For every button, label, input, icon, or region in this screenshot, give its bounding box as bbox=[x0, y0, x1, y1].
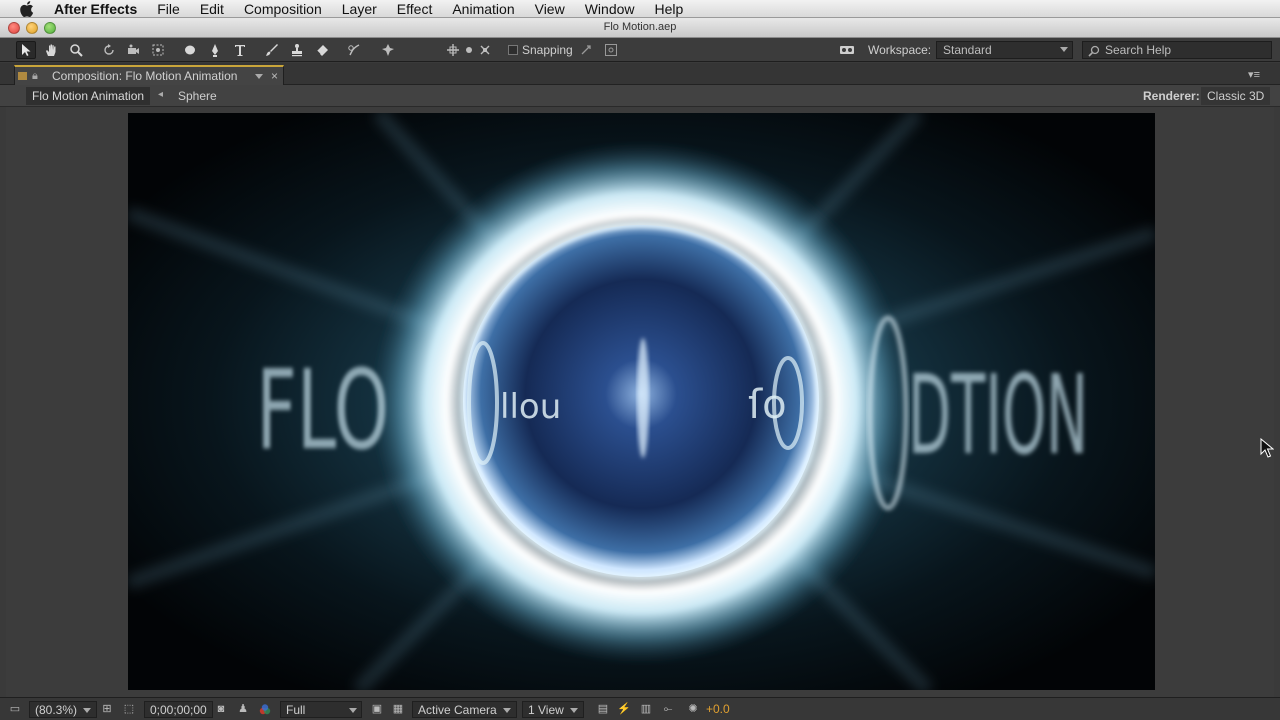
mouse-cursor-icon bbox=[1260, 438, 1274, 458]
resolution-value: Full bbox=[286, 703, 306, 717]
clone-stamp-tool-icon[interactable] bbox=[287, 41, 307, 59]
menu-app-name[interactable]: After Effects bbox=[50, 0, 147, 18]
chevron-down-icon bbox=[502, 708, 511, 714]
flowchart-icon[interactable]: ⟜ bbox=[661, 702, 675, 716]
chevron-down-icon bbox=[349, 708, 357, 713]
menu-window[interactable]: Window bbox=[575, 0, 645, 18]
view-axis-icon[interactable] bbox=[475, 41, 495, 59]
current-time-field[interactable]: 0;00;00;00 bbox=[144, 701, 213, 718]
tab-composition[interactable]: 🔒︎ Composition: Flo Motion Animation × bbox=[14, 65, 284, 85]
menu-help[interactable]: Help bbox=[645, 0, 694, 18]
ellipse-tool-icon[interactable] bbox=[180, 41, 200, 59]
snapping-checkbox[interactable] bbox=[508, 45, 518, 55]
roto-brush-tool-icon[interactable] bbox=[344, 41, 364, 59]
renderer-button[interactable]: Classic 3D bbox=[1201, 87, 1271, 105]
menu-animation[interactable]: Animation bbox=[442, 0, 524, 18]
breadcrumb: Flo Motion Animation ◂ Sphere Renderer: … bbox=[0, 85, 1280, 107]
timecode: 0;00;00;00 bbox=[150, 703, 207, 717]
search-icon bbox=[1088, 45, 1100, 57]
composition-panel-tabs: 🔒︎ Composition: Flo Motion Animation × bbox=[0, 63, 1280, 85]
search-placeholder: Search Help bbox=[1105, 43, 1172, 57]
workspace-dropdown[interactable]: Standard bbox=[936, 41, 1073, 59]
show-snapshot-icon[interactable]: ♟ bbox=[236, 702, 250, 716]
snapping-label: Snapping bbox=[522, 43, 573, 57]
tab-composition-label: Composition: Flo Motion Animation bbox=[52, 69, 238, 83]
toggle-mask-icon[interactable]: ⬚ bbox=[122, 702, 136, 716]
panel-menu-icon[interactable]: ▾≡ bbox=[1248, 68, 1260, 81]
zoom-tool-icon[interactable] bbox=[66, 41, 86, 59]
views-value: 1 View bbox=[528, 703, 564, 717]
exposure-value[interactable]: +0.0 bbox=[706, 701, 730, 718]
eraser-tool-icon[interactable] bbox=[312, 41, 332, 59]
pen-tool-icon[interactable] bbox=[205, 41, 225, 59]
menu-edit[interactable]: Edit bbox=[190, 0, 234, 18]
camera-orbit-tool-icon[interactable] bbox=[123, 41, 143, 59]
apple-menu-icon[interactable] bbox=[18, 0, 36, 18]
menu-layer[interactable]: Layer bbox=[332, 0, 387, 18]
search-help-input[interactable]: Search Help bbox=[1082, 41, 1272, 59]
toggle-pixel-aspect-icon[interactable]: ▤ bbox=[596, 702, 610, 716]
close-tab-icon[interactable]: × bbox=[271, 69, 278, 83]
viewer-status-bar: ▭ (80.3%) ⊞ ⬚ 0;00;00;00 ◙ ♟ Full ▣ ▦ Ac… bbox=[0, 697, 1280, 720]
3d-view-dropdown[interactable]: Active Camera bbox=[412, 701, 517, 718]
always-preview-icon[interactable]: ▭ bbox=[8, 702, 22, 716]
window-title: Flo Motion.aep bbox=[603, 21, 677, 33]
menu-view[interactable]: View bbox=[525, 0, 575, 18]
selection-tool-icon[interactable] bbox=[16, 41, 36, 59]
breadcrumb-flo-motion-animation[interactable]: Flo Motion Animation bbox=[26, 87, 151, 105]
chevron-down-icon bbox=[569, 708, 578, 714]
composition-frame[interactable]: FLO DTION llou ſo bbox=[128, 113, 1155, 690]
camera-value: Active Camera bbox=[418, 703, 497, 717]
frame-text-right: DTION bbox=[908, 351, 1088, 479]
menu-effect[interactable]: Effect bbox=[387, 0, 443, 18]
chevron-down-icon bbox=[1060, 47, 1068, 52]
renderer-label: Renderer: bbox=[1143, 89, 1200, 103]
type-tool-icon[interactable] bbox=[230, 41, 250, 59]
lock-icon[interactable]: 🔒︎ bbox=[32, 70, 38, 83]
hand-tool-icon[interactable] bbox=[41, 41, 61, 59]
zoom-value: (80.3%) bbox=[35, 703, 78, 717]
resolution-dropdown[interactable]: Full bbox=[280, 701, 362, 718]
snapshot-camera-icon[interactable]: ◙ bbox=[214, 702, 228, 716]
menu-file[interactable]: File bbox=[147, 0, 190, 18]
snap-vertex-icon[interactable] bbox=[576, 41, 596, 59]
magnification-dropdown[interactable]: (80.3%) bbox=[29, 701, 98, 718]
pan-behind-tool-icon[interactable] bbox=[148, 41, 168, 59]
frame-text-left: FLO bbox=[256, 346, 389, 474]
chevron-down-icon bbox=[83, 708, 92, 714]
rotation-tool-icon[interactable] bbox=[99, 41, 119, 59]
puppet-pin-tool-icon[interactable] bbox=[378, 41, 398, 59]
timeline-icon[interactable]: ▥ bbox=[639, 702, 653, 716]
menu-composition[interactable]: Composition bbox=[234, 0, 332, 18]
transparency-grid-icon[interactable]: ▦ bbox=[391, 702, 405, 716]
workspace-icon[interactable] bbox=[836, 41, 858, 59]
frame-text-inner-left: llou bbox=[500, 387, 561, 427]
window-titlebar: Flo Motion.aep bbox=[0, 18, 1280, 38]
chevron-down-icon[interactable] bbox=[255, 74, 263, 79]
title-action-safe-icon[interactable]: ⊞ bbox=[100, 702, 114, 716]
tab-color-swatch bbox=[18, 72, 27, 80]
snap-grid-icon[interactable] bbox=[601, 41, 621, 59]
channel-rgb-icon[interactable] bbox=[258, 702, 272, 716]
frame-text-inner-right: ſo bbox=[748, 382, 787, 428]
brush-tool-icon[interactable] bbox=[262, 41, 282, 59]
reset-exposure-icon[interactable]: ✺ bbox=[686, 702, 700, 716]
view-layout-dropdown[interactable]: 1 View bbox=[522, 701, 584, 718]
region-of-interest-icon[interactable]: ▣ bbox=[370, 702, 384, 716]
workspace-label: Workspace: bbox=[868, 43, 932, 57]
workspace-value: Standard bbox=[943, 43, 992, 57]
breadcrumb-sphere[interactable]: Sphere bbox=[178, 89, 217, 103]
fast-previews-icon[interactable]: ⚡ bbox=[617, 702, 631, 716]
chevron-left-icon: ◂ bbox=[158, 89, 164, 100]
menu-bar: After Effects File Edit Composition Laye… bbox=[0, 0, 1280, 18]
